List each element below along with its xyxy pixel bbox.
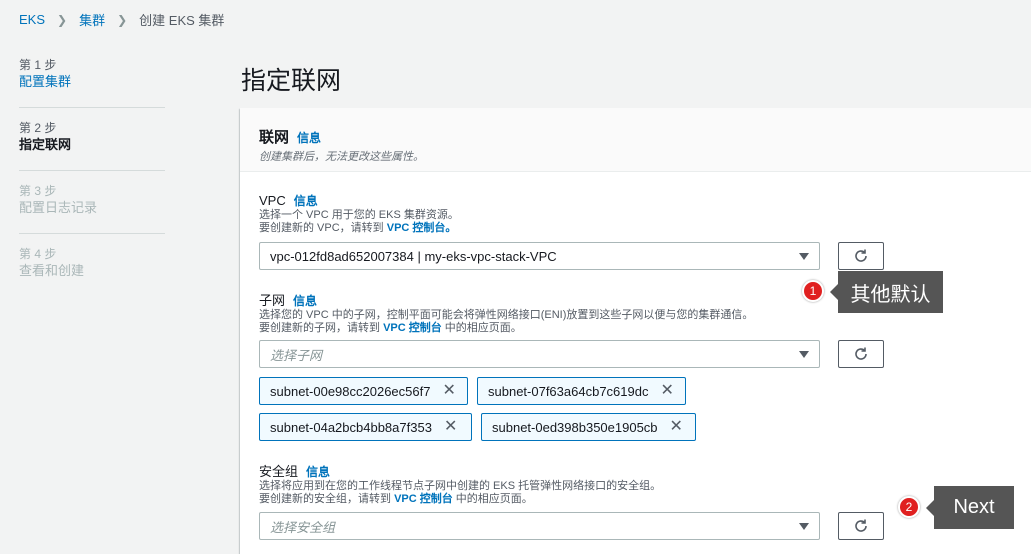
step-number: 第 3 步: [19, 184, 57, 198]
security-group-info-link[interactable]: 信息: [306, 463, 330, 480]
vpc-refresh-button[interactable]: [838, 242, 884, 270]
subnet-token: subnet-04a2bcb4bb8a7f353 ✕: [259, 413, 472, 441]
refresh-icon: [855, 249, 867, 262]
subnet-token-label: subnet-00e98cc2026ec56f7: [270, 383, 431, 399]
panel-title: 联网: [259, 129, 290, 146]
subnet-token-label: subnet-04a2bcb4bb8a7f353: [270, 419, 432, 435]
step-name: 配置日志记录: [19, 200, 98, 215]
refresh-icon: [855, 519, 867, 532]
security-group-select[interactable]: 选择安全组: [259, 512, 820, 540]
subnets-description: 选择您的 VPC 中的子网，控制平面可能会将弹性网络接口(ENI)放置到这些子网…: [259, 309, 754, 321]
security-group-label: 安全组: [259, 464, 299, 479]
step-4: 第 4 步 查看和创建: [19, 247, 165, 297]
step-2: 第 2 步 指定联网: [19, 121, 165, 171]
panel-description: 创建集群后，无法更改这些属性。: [259, 151, 424, 163]
vpc-select[interactable]: vpc-012fd8ad652007384 | my-eks-vpc-stack…: [259, 242, 820, 270]
panel-header: 联网 信息 创建集群后，无法更改这些属性。: [240, 108, 1031, 172]
security-group-field: 安全组 信息 选择将应用到在您的工作线程节点子网中创建的 EKS 托管弹性网络接…: [259, 461, 661, 506]
close-icon[interactable]: ✕: [444, 419, 457, 435]
breadcrumb: EKS ❯ 集群 ❯ 创建 EKS 集群: [19, 10, 224, 29]
security-group-description: 选择将应用到在您的工作线程节点子网中创建的 EKS 托管弹性网络接口的安全组。: [259, 480, 662, 492]
close-icon[interactable]: ✕: [442, 383, 455, 399]
step-name[interactable]: 配置集群: [19, 72, 165, 92]
subnets-select[interactable]: 选择子网: [259, 340, 820, 368]
callout-box-1: 其他默认: [838, 271, 943, 313]
caret-down-icon: [799, 252, 809, 260]
info-link[interactable]: 信息: [297, 129, 321, 146]
callout-box-2: Next: [934, 486, 1014, 529]
step-name: 指定联网: [19, 137, 72, 152]
subnet-token-label: subnet-07f63a64cb7c619dc: [488, 383, 649, 399]
security-group-description-2: 要创建新的安全组，请转到: [259, 493, 395, 505]
networking-panel: 联网 信息 创建集群后，无法更改这些属性。 VPC 信息 选择一个 VPC 用于…: [240, 108, 1031, 554]
step-number: 第 4 步: [19, 247, 57, 261]
subnet-token: subnet-07f63a64cb7c619dc ✕: [477, 377, 686, 405]
subnets-info-link[interactable]: 信息: [293, 292, 317, 309]
chevron-right-icon: ❯: [117, 12, 128, 27]
vpc-console-link[interactable]: VPC 控制台。: [387, 222, 457, 234]
chevron-right-icon: ❯: [57, 12, 68, 27]
close-icon[interactable]: ✕: [670, 419, 683, 435]
callout-badge-1: 1: [802, 280, 824, 302]
subnets-refresh-button[interactable]: [838, 340, 884, 368]
vpc-select-value: vpc-012fd8ad652007384 | my-eks-vpc-stack…: [270, 248, 557, 264]
security-group-refresh-button[interactable]: [838, 512, 884, 540]
page-title: 指定联网: [241, 67, 342, 95]
subnets-console-link[interactable]: VPC 控制台: [383, 322, 442, 334]
step-3: 第 3 步 配置日志记录: [19, 184, 165, 234]
vpc-field: VPC 信息 选择一个 VPC 用于您的 EKS 集群资源。 要创建新的 VPC…: [259, 192, 459, 235]
vpc-info-link[interactable]: 信息: [294, 192, 318, 209]
close-icon[interactable]: ✕: [660, 383, 673, 399]
subnets-label: 子网: [259, 293, 286, 308]
security-group-placeholder: 选择安全组: [270, 519, 336, 535]
vpc-description-2: 要创建新的 VPC，请转到: [259, 222, 387, 234]
security-group-description-3: 中的相应页面。: [452, 493, 533, 505]
caret-down-icon: [799, 522, 809, 530]
subnet-token: subnet-0ed398b350e1905cb ✕: [481, 413, 696, 441]
subnets-description-2: 要创建新的子网，请转到: [259, 322, 384, 334]
subnets-field: 子网 信息 选择您的 VPC 中的子网，控制平面可能会将弹性网络接口(ENI)放…: [259, 290, 753, 335]
breadcrumb-clusters[interactable]: 集群: [79, 10, 105, 29]
step-name: 查看和创建: [19, 263, 85, 278]
subnet-token: subnet-00e98cc2026ec56f7 ✕: [259, 377, 468, 405]
security-group-console-link[interactable]: VPC 控制台: [394, 493, 453, 505]
caret-down-icon: [799, 350, 809, 358]
step-number: 第 2 步: [19, 121, 57, 135]
subnet-token-label: subnet-0ed398b350e1905cb: [492, 419, 658, 435]
step-number: 第 1 步: [19, 58, 57, 72]
subnets-placeholder: 选择子网: [270, 347, 323, 363]
subnets-description-3: 中的相应页面。: [441, 322, 522, 334]
breadcrumb-current: 创建 EKS 集群: [139, 13, 225, 28]
refresh-icon: [855, 347, 867, 360]
vpc-description: 选择一个 VPC 用于您的 EKS 集群资源。: [259, 209, 459, 221]
breadcrumb-eks[interactable]: EKS: [19, 12, 45, 27]
step-1[interactable]: 第 1 步 配置集群: [19, 58, 165, 108]
vpc-label: VPC: [259, 193, 286, 208]
wizard-steps: 第 1 步 配置集群 第 2 步 指定联网 第 3 步 配置日志记录 第 4 步…: [19, 58, 165, 310]
callout-badge-2: 2: [898, 496, 920, 518]
